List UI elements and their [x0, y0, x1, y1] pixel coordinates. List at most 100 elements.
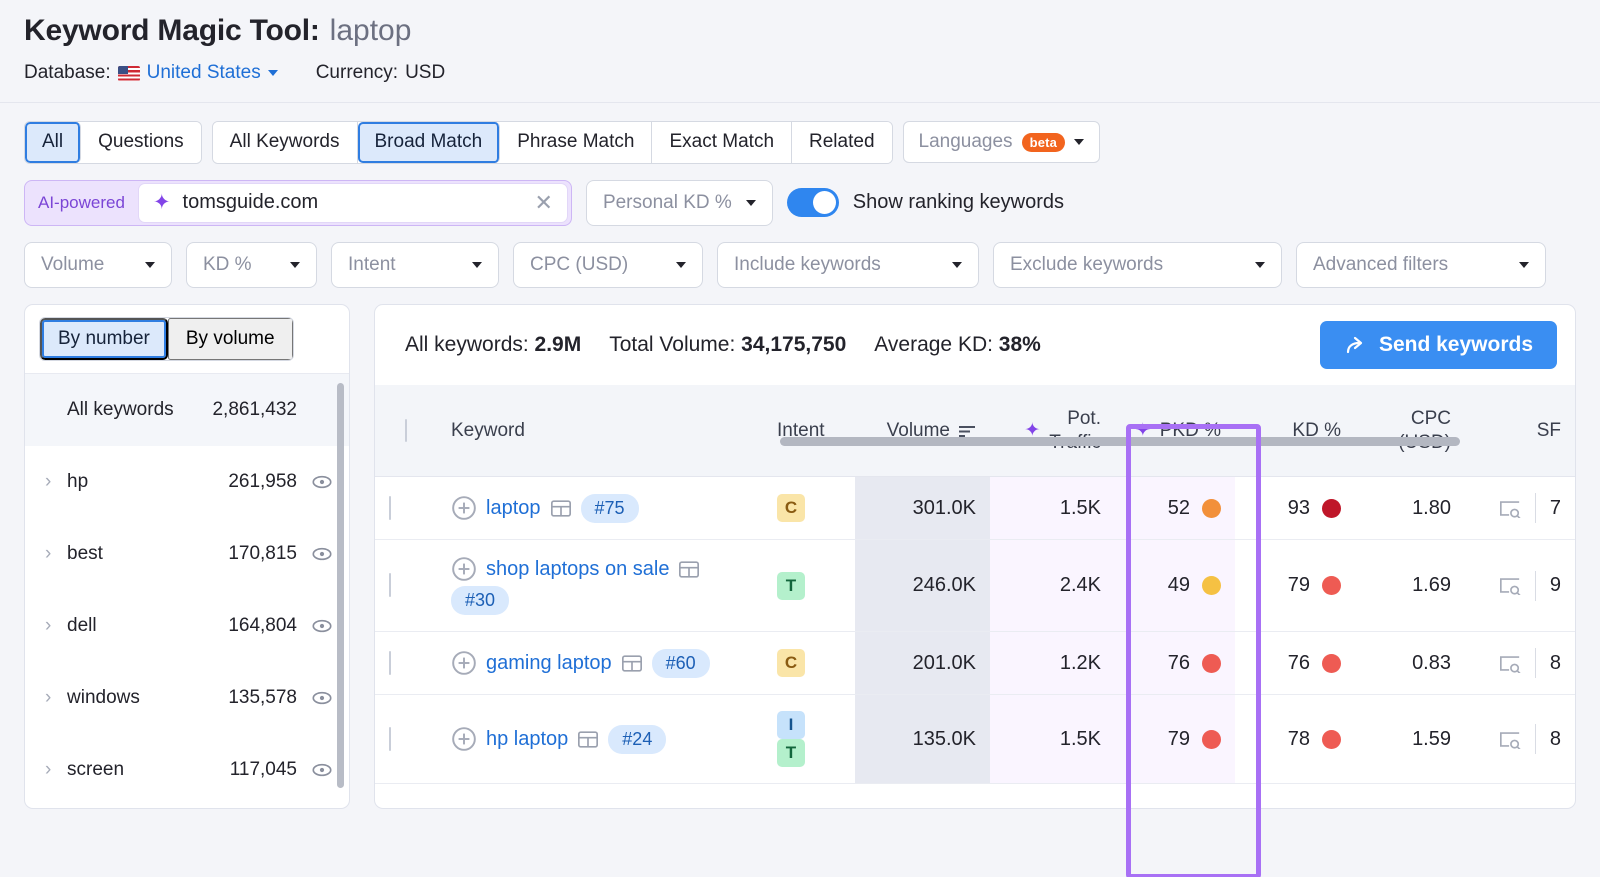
eye-icon[interactable] — [311, 759, 333, 781]
total-volume-stat: Total Volume: 34,175,750 — [609, 333, 846, 357]
pot-traffic-header[interactable]: ✦ Pot.Traffic — [990, 384, 1115, 478]
tab-all-keywords[interactable]: All Keywords — [212, 122, 358, 163]
table-row[interactable]: hp laptop #24 IT 135.0K 1.5K 79 78 1.59 — [375, 694, 1575, 785]
advanced-filters[interactable]: Advanced filters — [1296, 241, 1546, 288]
intent-cell: C — [763, 476, 855, 541]
keyword-link[interactable]: laptop — [486, 497, 541, 520]
database-selector[interactable]: Database: United States — [24, 62, 278, 84]
tab-questions[interactable]: Questions — [81, 122, 201, 163]
pkd-header[interactable]: ✦ PKD % — [1115, 384, 1235, 478]
match-type-group: All Keywords Broad Match Phrase Match Ex… — [211, 121, 893, 164]
add-keyword-icon[interactable] — [451, 726, 477, 752]
sidebar-item-best[interactable]: › best 170,815 — [25, 518, 349, 590]
row-checkbox[interactable] — [389, 650, 391, 675]
cpc-header-label: CPC(USD) — [1398, 407, 1451, 453]
show-ranking-keywords-toggle[interactable] — [786, 188, 839, 218]
pkd-cell: 76 — [1115, 631, 1235, 696]
serp-preview-icon[interactable] — [621, 654, 643, 673]
serp-features-icon[interactable] — [1499, 654, 1521, 673]
sidebar-item-screen[interactable]: › screen 117,045 — [25, 734, 349, 806]
intent-tag-transactional: T — [777, 739, 805, 768]
serp-preview-icon[interactable] — [678, 560, 700, 579]
include-keywords-filter[interactable]: Include keywords — [717, 241, 979, 288]
volume-header[interactable]: Volume — [855, 384, 990, 478]
send-keywords-button[interactable]: Send keywords — [1319, 320, 1557, 369]
tab-by-volume[interactable]: By volume — [167, 317, 293, 360]
page-title: Keyword Magic Tool: laptop — [24, 14, 1576, 48]
sidebar-item-dell[interactable]: › dell 164,804 — [25, 590, 349, 662]
select-all-checkbox[interactable] — [405, 418, 407, 442]
add-keyword-icon[interactable] — [451, 556, 477, 582]
intent-header[interactable]: Intent — [763, 384, 855, 478]
eye-icon[interactable] — [311, 687, 333, 709]
personal-kd-dropdown[interactable]: Personal KD % — [585, 179, 773, 226]
table-horizontal-scrollbar[interactable] — [780, 436, 1460, 446]
kd-cell: 79 — [1235, 539, 1355, 633]
volume-cell: 301.0K — [855, 476, 990, 541]
row-checkbox[interactable] — [389, 573, 391, 598]
sidebar-item-count: 164,804 — [228, 614, 297, 636]
keyword-link[interactable]: shop laptops on sale — [486, 558, 669, 581]
row-checkbox[interactable] — [389, 495, 391, 520]
sidebar-scrollbar[interactable] — [337, 382, 344, 788]
pkd-status-dot — [1202, 498, 1221, 518]
volume-filter[interactable]: Volume — [24, 241, 172, 288]
tab-exact-match[interactable]: Exact Match — [652, 122, 793, 163]
sf-header[interactable]: SF — [1465, 384, 1575, 478]
keyword-header[interactable]: Keyword — [437, 384, 763, 478]
kd-filter[interactable]: KD % — [186, 241, 317, 288]
table-row[interactable]: laptop #75 C 301.0K 1.5K 52 93 1.80 7 — [375, 476, 1575, 541]
table-row[interactable]: gaming laptop #60 C 201.0K 1.2K 76 76 0.… — [375, 631, 1575, 696]
searched-keyword: laptop — [329, 14, 412, 47]
sidebar-item-windows[interactable]: › windows 135,578 — [25, 662, 349, 734]
domain-input-wrapper[interactable]: ✦ tomsguide.com ✕ — [137, 182, 568, 223]
add-keyword-icon[interactable] — [451, 495, 477, 521]
domain-input[interactable]: tomsguide.com — [183, 191, 523, 214]
exclude-keywords-filter[interactable]: Exclude keywords — [993, 241, 1282, 288]
eye-icon[interactable] — [311, 615, 333, 637]
tab-by-number[interactable]: By number — [40, 317, 168, 360]
close-icon[interactable]: ✕ — [535, 191, 553, 214]
currency-info: Currency: USD — [316, 62, 445, 84]
table-header: Keyword Intent Volume ✦ Pot.Traffic — [375, 384, 1575, 478]
sidebar-item-all-keywords[interactable]: All keywords 2,861,432 — [25, 373, 349, 446]
chevron-right-icon[interactable]: › — [45, 471, 67, 493]
average-kd-label: Average KD: — [874, 332, 993, 356]
pkd-value: 76 — [1167, 651, 1190, 674]
serp-preview-icon[interactable] — [550, 499, 572, 518]
tab-broad-match[interactable]: Broad Match — [357, 122, 501, 163]
languages-dropdown[interactable]: Languages beta — [902, 121, 1101, 164]
table-row[interactable]: shop laptops on sale #30 T 246.0K 2.4K 4… — [375, 539, 1575, 633]
eye-icon[interactable] — [311, 471, 333, 493]
serp-preview-icon[interactable] — [577, 730, 599, 749]
keyword-link[interactable]: hp laptop — [486, 728, 568, 751]
cpc-filter[interactable]: CPC (USD) — [513, 241, 703, 288]
chevron-down-icon — [1255, 261, 1265, 268]
serp-features-icon[interactable] — [1499, 576, 1521, 596]
chevron-down-icon — [1074, 139, 1085, 146]
keyword-link[interactable]: gaming laptop — [486, 652, 612, 675]
add-keyword-icon[interactable] — [451, 650, 477, 676]
sf-value: 8 — [1549, 651, 1561, 674]
chevron-down-icon — [745, 199, 756, 206]
serp-features-icon[interactable] — [1499, 499, 1521, 518]
chevron-right-icon[interactable]: › — [45, 615, 67, 637]
row-checkbox[interactable] — [389, 726, 391, 751]
eye-icon[interactable] — [311, 543, 333, 565]
tab-all[interactable]: All — [25, 122, 82, 163]
sidebar-item-hp[interactable]: › hp 261,958 — [25, 446, 349, 518]
chevron-right-icon[interactable]: › — [45, 543, 67, 565]
share-arrow-icon — [1346, 336, 1363, 353]
intent-filter[interactable]: Intent — [331, 241, 499, 288]
keyword-cell: hp laptop #24 — [437, 694, 763, 785]
chevron-right-icon[interactable]: › — [45, 759, 67, 781]
send-keywords-label: Send keywords — [1378, 332, 1533, 356]
chevron-right-icon[interactable]: › — [45, 687, 67, 709]
cpc-header[interactable]: CPC(USD) — [1355, 384, 1465, 478]
kd-value: 79 — [1287, 574, 1310, 597]
tab-related[interactable]: Related — [792, 122, 892, 163]
kd-header[interactable]: KD % — [1235, 384, 1355, 478]
tab-phrase-match[interactable]: Phrase Match — [500, 122, 653, 163]
filters-area: All Questions All Keywords Broad Match P… — [0, 103, 1600, 288]
serp-features-icon[interactable] — [1499, 730, 1521, 749]
